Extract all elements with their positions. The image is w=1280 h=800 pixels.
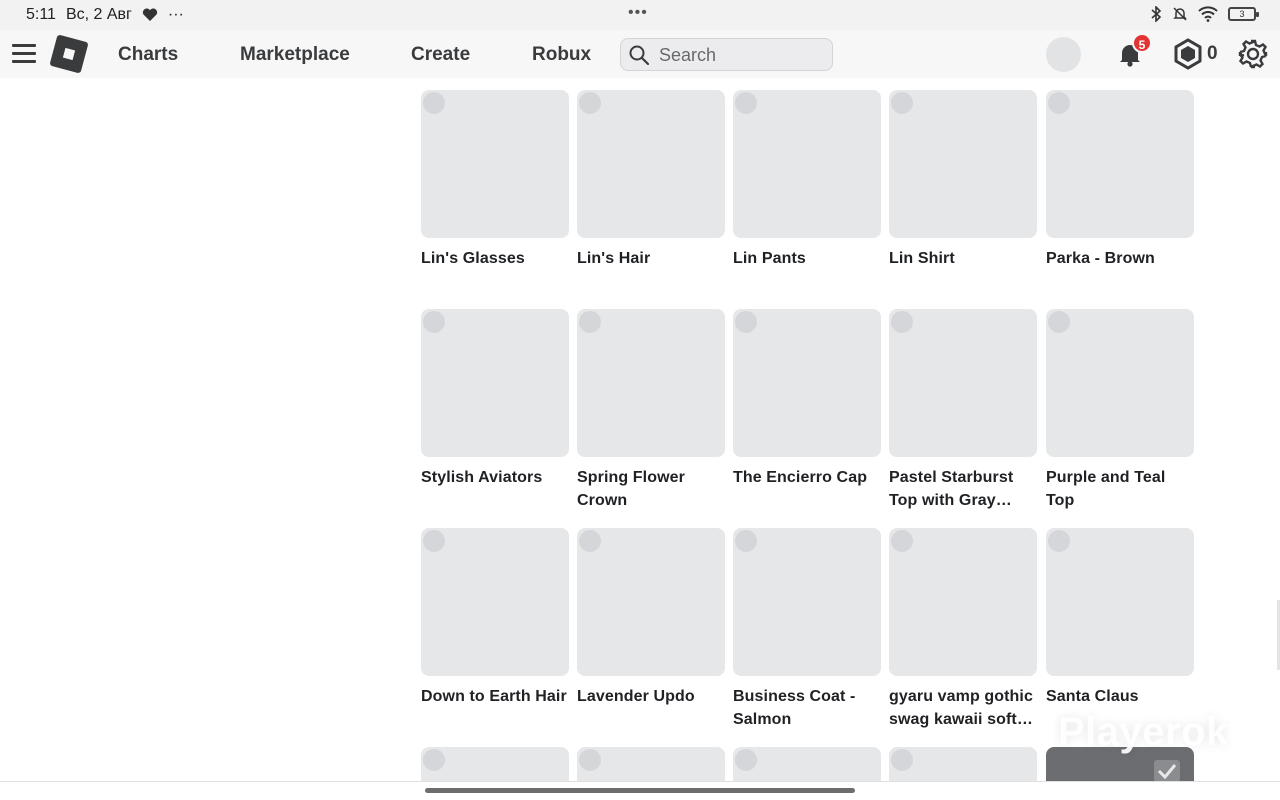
nav-create[interactable]: Create	[411, 44, 470, 66]
favorite-placeholder-icon	[423, 92, 445, 114]
status-more-icon: ···	[167, 6, 184, 23]
favorite-placeholder-icon	[891, 530, 913, 552]
item-thumbnail[interactable]	[421, 90, 569, 238]
search-box[interactable]	[620, 38, 833, 71]
favorite-placeholder-icon	[579, 92, 601, 114]
favorite-placeholder-icon	[735, 530, 757, 552]
catalog-item[interactable]: Lavender Updo	[577, 528, 725, 708]
catalog-item[interactable]: Parka - Brown	[1046, 90, 1194, 270]
settings-gear-icon[interactable]	[1237, 38, 1269, 70]
item-name[interactable]: Purple and Teal Top	[1046, 466, 1194, 512]
catalog-item[interactable]: The Encierro Cap	[733, 309, 881, 489]
favorite-placeholder-icon	[1048, 530, 1070, 552]
status-left: 5:11 Вс, 2 Авг ···	[26, 6, 184, 24]
catalog-item[interactable]: Lin's Glasses	[421, 90, 569, 270]
item-name[interactable]: Business Coat - Salmon	[733, 685, 881, 731]
item-thumbnail[interactable]	[577, 309, 725, 457]
favorite-placeholder-icon	[735, 749, 757, 771]
favorite-placeholder-icon	[891, 92, 913, 114]
item-thumbnail[interactable]	[421, 528, 569, 676]
search-icon	[629, 45, 649, 65]
favorite-placeholder-icon	[579, 749, 601, 771]
search-input[interactable]	[659, 43, 829, 67]
multitask-dots-icon[interactable]: •••	[628, 4, 648, 22]
catalog-item[interactable]: Lin Pants	[733, 90, 881, 270]
favorite-placeholder-icon	[735, 311, 757, 333]
item-name[interactable]: Lin's Hair	[577, 247, 725, 270]
mute-bell-icon	[1173, 7, 1187, 21]
item-thumbnail[interactable]	[889, 528, 1037, 676]
nav-robux[interactable]: Robux	[532, 44, 591, 66]
item-name[interactable]: Down to Earth Hair	[421, 685, 569, 708]
item-thumbnail[interactable]	[733, 90, 881, 238]
item-name[interactable]: Lavender Updo	[577, 685, 725, 708]
bluetooth-icon	[1151, 6, 1162, 22]
robux-icon[interactable]	[1172, 38, 1204, 70]
catalog-item[interactable]: Santa Claus	[1046, 528, 1194, 708]
item-thumbnail[interactable]	[889, 309, 1037, 457]
hamburger-menu-icon[interactable]	[12, 44, 36, 64]
catalog-item[interactable]: Pastel Starburst Top with Gray Jeans	[889, 309, 1037, 512]
notification-count-badge: 5	[1132, 33, 1152, 53]
item-thumbnail[interactable]	[733, 528, 881, 676]
system-status-bar: 5:11 Вс, 2 Авг ··· ••• 3	[0, 0, 1280, 30]
roblox-logo[interactable]	[49, 34, 89, 74]
item-thumbnail[interactable]	[733, 309, 881, 457]
catalog-item[interactable]: Business Coat - Salmon	[733, 528, 881, 731]
item-name[interactable]: Pastel Starburst Top with Gray Jeans	[889, 466, 1037, 512]
item-thumbnail[interactable]	[577, 90, 725, 238]
item-thumbnail-partial[interactable]	[421, 747, 569, 781]
item-thumbnail[interactable]	[889, 90, 1037, 238]
user-avatar[interactable]	[1046, 37, 1081, 72]
top-navigation-bar: Charts Marketplace Create Robux 5 0	[0, 30, 1280, 78]
nav-marketplace[interactable]: Marketplace	[240, 44, 350, 66]
catalog-item[interactable]: Stylish Aviators	[421, 309, 569, 489]
favorite-placeholder-icon	[423, 749, 445, 771]
heart-icon	[142, 8, 158, 21]
favorite-placeholder-icon	[1048, 92, 1070, 114]
status-date: Вс, 2 Авг	[65, 6, 132, 23]
favorite-placeholder-icon	[423, 311, 445, 333]
item-thumbnail-partial[interactable]	[733, 747, 881, 781]
item-thumbnail[interactable]	[577, 528, 725, 676]
item-name[interactable]: Lin Shirt	[889, 247, 1037, 270]
favorite-placeholder-icon	[1048, 311, 1070, 333]
favorite-placeholder-icon	[891, 749, 913, 771]
checkmark-icon	[1154, 760, 1180, 782]
catalog-item[interactable]: Purple and Teal Top	[1046, 309, 1194, 512]
item-name[interactable]: Santa Claus	[1046, 685, 1194, 708]
nav-charts[interactable]: Charts	[118, 44, 178, 66]
item-thumbnail-partial[interactable]	[577, 747, 725, 781]
catalog-item[interactable]: Down to Earth Hair	[421, 528, 569, 708]
item-thumbnail[interactable]	[1046, 528, 1194, 676]
favorite-placeholder-icon	[735, 92, 757, 114]
favorite-placeholder-icon	[579, 530, 601, 552]
item-thumbnail[interactable]	[1046, 309, 1194, 457]
item-name[interactable]: Stylish Aviators	[421, 466, 569, 489]
item-name[interactable]: Lin's Glasses	[421, 247, 569, 270]
item-thumbnail[interactable]	[421, 309, 569, 457]
item-name[interactable]: Parka - Brown	[1046, 247, 1194, 270]
favorite-placeholder-icon	[891, 311, 913, 333]
bottom-divider	[0, 781, 1280, 782]
favorite-placeholder-icon	[579, 311, 601, 333]
item-thumbnail-partial[interactable]	[889, 747, 1037, 781]
catalog-item[interactable]: Lin Shirt	[889, 90, 1037, 270]
catalog-item[interactable]: gyaru vamp gothic swag kawaii soft girl	[889, 528, 1037, 731]
home-indicator[interactable]	[425, 788, 855, 793]
item-name[interactable]: The Encierro Cap	[733, 466, 881, 489]
item-name[interactable]: gyaru vamp gothic swag kawaii soft girl	[889, 685, 1037, 731]
catalog-item[interactable]: Lin's Hair	[577, 90, 725, 270]
battery-icon: 3	[1228, 7, 1259, 21]
item-thumbnail[interactable]	[1046, 90, 1194, 238]
robux-balance[interactable]: 0	[1207, 43, 1218, 65]
watermark-text: Playerok	[1058, 710, 1229, 754]
item-name[interactable]: Spring Flower Crown	[577, 466, 725, 512]
wifi-icon	[1198, 6, 1218, 22]
favorite-placeholder-icon	[423, 530, 445, 552]
catalog-item[interactable]: Spring Flower Crown	[577, 309, 725, 512]
item-name[interactable]: Lin Pants	[733, 247, 881, 270]
status-time: 5:11	[26, 6, 56, 23]
status-right: 3	[1150, 6, 1259, 22]
